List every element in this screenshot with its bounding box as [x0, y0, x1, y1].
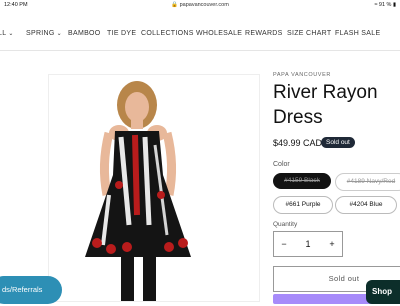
product-title: River Rayon Dress — [273, 82, 378, 128]
lock-icon: 🔒 — [171, 1, 179, 8]
nav-item-spring[interactable]: SPRING ⌄ — [26, 30, 62, 37]
battery-icon: ▮ — [392, 1, 396, 8]
color-option-blue[interactable]: #4204 Blue — [335, 196, 397, 214]
chevron-down-icon: ⌄ — [8, 31, 14, 37]
nav-item-bamboo[interactable]: BAMBOO — [68, 30, 101, 37]
nav-item-flash-sale[interactable]: FLASH SALE — [335, 30, 380, 37]
product-photo-illustration — [85, 81, 191, 301]
nav-item-rewards[interactable]: REWARDS — [245, 30, 283, 37]
url-bar[interactable]: 🔒 papavancouver.com — [0, 2, 400, 8]
nav-label: SPRING — [26, 30, 55, 37]
color-option-purple[interactable]: #661 Purple — [273, 196, 333, 214]
color-option-navy-red[interactable]: #4189 Navy/Red — [335, 173, 400, 191]
chevron-down-icon: ⌄ — [56, 31, 62, 37]
quantity-stepper: − 1 + — [273, 231, 343, 257]
status-bar: 12:40 PM 🔒 papavancouver.com ≈ 91 % ▮ — [0, 0, 400, 10]
vendor-name: PAPA VANCOUVER — [273, 72, 331, 78]
product-image[interactable] — [48, 74, 260, 302]
color-label: Color — [273, 161, 290, 168]
quantity-decrease-button[interactable]: − — [274, 232, 294, 256]
url-text: papavancouver.com — [179, 1, 229, 8]
sold-out-badge: Sold out — [321, 137, 355, 148]
status-indicators: ≈ 91 % ▮ — [374, 2, 396, 8]
quantity-increase-button[interactable]: + — [322, 232, 342, 256]
wifi-icon: ≈ — [374, 1, 378, 8]
shop-label: Shop — [372, 287, 392, 296]
nav-item-tie-dye[interactable]: TIE DYE — [107, 30, 136, 37]
quantity-label: Quantity — [273, 221, 298, 228]
nav-item-size-chart[interactable]: SIZE CHART — [287, 30, 332, 37]
nav-item-wholesale[interactable]: WHOLESALE — [196, 30, 242, 37]
nav-item-all[interactable]: LL⌄ — [0, 30, 14, 37]
nav-item-collections[interactable]: COLLECTIONS — [141, 30, 194, 37]
product-price: $49.99 CAD — [273, 138, 323, 148]
battery-level: 91 % — [378, 1, 392, 8]
color-option-black[interactable]: #4159 Black — [273, 173, 331, 189]
nav-label: LL — [0, 30, 7, 37]
quantity-input[interactable]: 1 — [294, 232, 322, 256]
shopify-chat-button[interactable]: Shop — [366, 280, 400, 304]
main-nav: LL⌄ SPRING⌄ BAMBOO TIE DYE COLLECTIONS W… — [0, 20, 400, 51]
